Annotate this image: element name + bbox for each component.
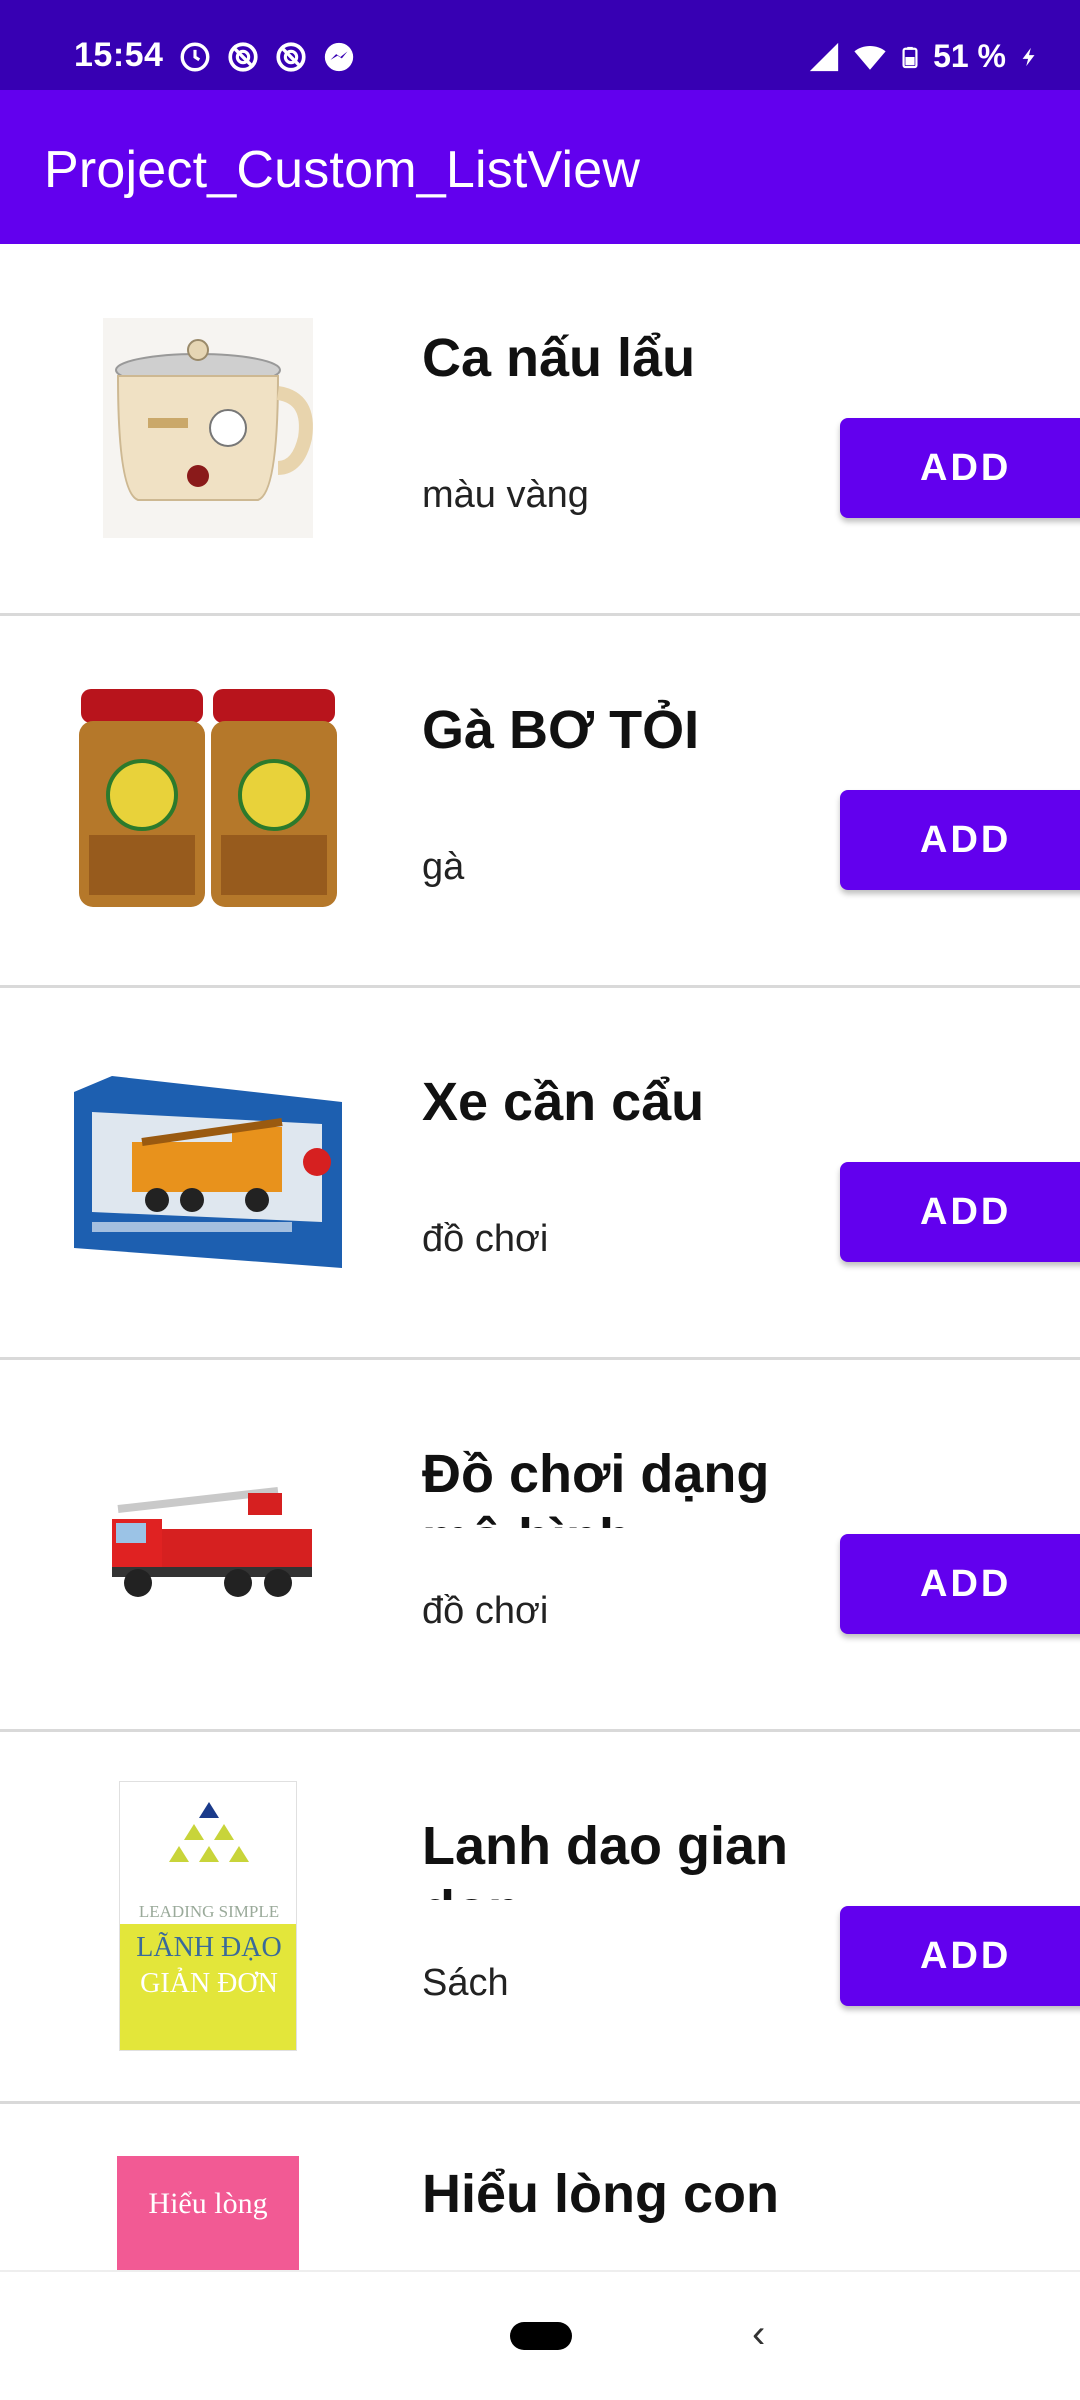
status-notification-icons — [178, 40, 356, 74]
fire-truck-model-icon — [112, 1487, 312, 1597]
product-list[interactable]: Ca nấu lẩu màu vàng ADD Gà BƠ TỎI gà ADD — [0, 244, 1080, 2270]
product-image-pot — [72, 292, 344, 564]
product-image-book: LEADING SIMPLE LÃNH ĐẠO GIẢN ĐƠN — [72, 1780, 344, 2052]
status-bar: 15:54 51 % — [0, 0, 1080, 90]
product-description: màu vàng — [422, 474, 589, 516]
garlic-chicken-jars-icon — [79, 689, 337, 907]
product-name: Lanh dao gian don — [422, 1816, 789, 1900]
book-cover-subtitle: LEADING SIMPLE — [138, 1902, 280, 1921]
book-cover-pink-title: Hiểu lòng — [148, 2187, 268, 2220]
product-description: Sách — [422, 1962, 509, 2004]
product-description: gà — [422, 846, 465, 888]
do-not-disturb-icon — [276, 42, 306, 72]
list-item[interactable]: LEADING SIMPLE LÃNH ĐẠO GIẢN ĐƠN Lanh da… — [0, 1732, 1080, 2104]
crane-truck-toy-box-icon — [74, 1076, 342, 1268]
back-chevron-icon[interactable]: ‹ — [752, 2312, 765, 2357]
product-description: đồ chơi — [422, 1590, 549, 1632]
book-cover-pink: Hiểu lòng — [117, 2156, 299, 2270]
list-item[interactable]: Gà BƠ TỎI gà ADD — [0, 616, 1080, 988]
app-title: Project_Custom_ListView — [44, 141, 641, 199]
product-image-firetruck — [72, 1408, 344, 1680]
product-name: Hiểu lòng con — [422, 2164, 779, 2224]
status-time: 15:54 — [74, 36, 164, 74]
product-description: đồ chơi — [422, 1218, 549, 1260]
list-item[interactable]: Ca nấu lẩu màu vàng ADD — [0, 244, 1080, 616]
battery-icon — [902, 46, 918, 68]
add-button[interactable]: ADD — [840, 1906, 1080, 2006]
book-cover-title-1: LÃNH ĐẠO — [136, 1932, 282, 1963]
add-button[interactable]: ADD — [840, 1534, 1080, 1634]
do-not-disturb-icon — [228, 42, 258, 72]
add-button[interactable]: ADD — [840, 790, 1080, 890]
add-button[interactable]: ADD — [840, 418, 1080, 518]
product-name: Đồ chơi dạng mô hình — [422, 1444, 770, 1528]
list-item[interactable]: Hiểu lòng Hiểu lòng con — [0, 2104, 1080, 2270]
list-item[interactable]: Xe cần cẩu đồ chơi ADD — [0, 988, 1080, 1360]
book-cover-title-2: GIẢN ĐƠN — [140, 1968, 278, 1999]
product-name: Gà BƠ TỎI — [422, 700, 700, 760]
battery-percent: 51 % — [933, 38, 1006, 74]
electric-pot-icon — [103, 318, 313, 538]
clock-icon — [180, 42, 210, 72]
product-image-book-pink: Hiểu lòng — [72, 2156, 344, 2270]
app-bar: Project_Custom_ListView — [0, 90, 1080, 244]
book-cover: LEADING SIMPLE LÃNH ĐẠO GIẢN ĐƠN — [119, 1781, 297, 2051]
add-button[interactable]: ADD — [840, 1162, 1080, 1262]
product-name: Ca nấu lẩu — [422, 328, 696, 388]
charging-icon — [1022, 47, 1035, 66]
product-image-chicken — [72, 664, 344, 936]
status-system-icons: 51 % — [807, 38, 1040, 75]
triangle-logo-icon — [169, 1802, 249, 1862]
product-name: Xe cần cẩu — [422, 1072, 705, 1132]
list-item[interactable]: Đồ chơi dạng mô hình đồ chơi ADD — [0, 1360, 1080, 1732]
navigation-bar: ‹ — [0, 2270, 1080, 2400]
wifi-icon — [854, 45, 886, 70]
product-image-crane — [72, 1036, 344, 1308]
home-pill-icon[interactable] — [510, 2322, 572, 2350]
signal-icon — [809, 42, 839, 71]
messenger-icon — [324, 42, 354, 72]
